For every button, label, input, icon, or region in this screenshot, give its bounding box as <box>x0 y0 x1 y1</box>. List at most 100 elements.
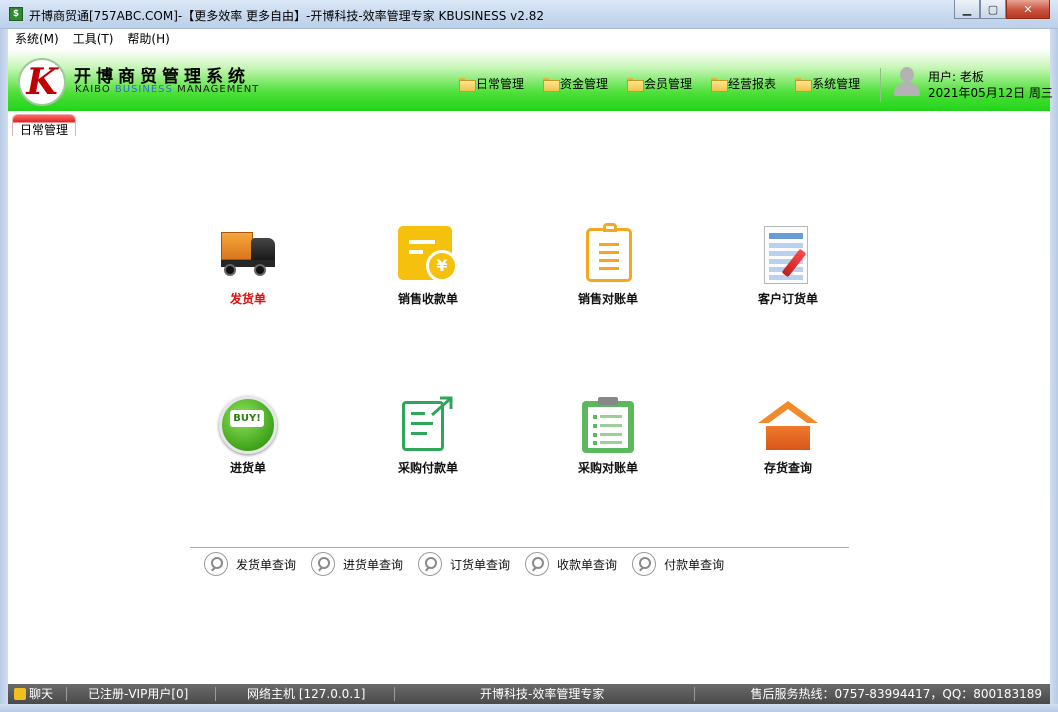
edit-arrow-icon <box>396 393 460 457</box>
close-icon: ✕ <box>1023 2 1033 16</box>
window-title: 开博商贸通[757ABC.COM]-【更多效率 更多自由】-开博科技-效率管理专… <box>29 9 544 23</box>
query-divider <box>190 547 849 548</box>
folder-icon <box>543 77 561 92</box>
maximize-button[interactable]: ▢ <box>980 0 1006 19</box>
query-purchase-button[interactable]: 进货单查询 <box>311 552 403 576</box>
nav-label: 经营报表 <box>728 77 777 91</box>
logo-subtitle-a: KAIBO <box>75 84 115 95</box>
tab-daily-management[interactable]: 日常管理 <box>12 114 77 137</box>
nav-label: 会员管理 <box>644 77 693 91</box>
nav-reports[interactable]: 经营报表 <box>711 75 776 92</box>
status-separator <box>394 687 395 701</box>
magnifier-icon <box>632 552 657 576</box>
minimize-button[interactable]: ▁ <box>954 0 980 19</box>
query-label: 订货单查询 <box>450 557 511 572</box>
nav-members[interactable]: 会员管理 <box>627 75 692 92</box>
spreadsheet-pencil-icon <box>756 224 820 288</box>
tile-sales-statement[interactable]: 销售对账单 <box>548 223 668 307</box>
query-order-button[interactable]: 订货单查询 <box>418 552 510 576</box>
registration-status: 已注册-VIP用户[0] <box>88 687 189 701</box>
tile-label: 销售对账单 <box>577 292 638 306</box>
main-panel: 发货单 ¥ 销售收款单 销售对账单 客户订货单 BUY! 进货单 采购付款单 采… <box>8 136 1050 684</box>
logo-icon: K <box>18 58 66 106</box>
current-date: 2021年05月12日 周三 <box>928 86 1053 100</box>
status-separator <box>66 687 67 701</box>
buy-badge-text: BUY! <box>230 410 264 427</box>
app-header: K 开博商贸管理系统 KAIBO BUSINESS MANAGEMENT 日常管… <box>8 49 1053 111</box>
tile-customer-order[interactable]: 客户订货单 <box>728 224 848 307</box>
top-nav: 日常管理 资金管理 会员管理 经营报表 系统管理 <box>459 75 879 92</box>
tile-label: 销售收款单 <box>397 292 458 306</box>
magnifier-icon <box>525 552 550 576</box>
tile-label: 存货查询 <box>763 461 812 475</box>
tile-label: 客户订货单 <box>757 292 818 306</box>
folder-icon <box>459 77 476 92</box>
nav-label: 资金管理 <box>560 77 609 91</box>
chat-label: 聊天 <box>29 687 54 701</box>
nav-daily[interactable]: 日常管理 <box>459 75 524 92</box>
house-icon <box>756 393 820 457</box>
clipboard-icon <box>576 223 640 288</box>
query-label: 发货单查询 <box>236 557 297 572</box>
app-icon[interactable]: $ <box>9 7 23 21</box>
tile-inventory-query[interactable]: 存货查询 <box>728 393 848 476</box>
logo-letter: K <box>26 61 58 103</box>
yen-receipt-icon: ¥ <box>396 224 460 288</box>
tile-purchase-payment[interactable]: 采购付款单 <box>368 393 488 476</box>
nav-funds[interactable]: 资金管理 <box>543 75 608 92</box>
tile-label: 采购对账单 <box>577 461 638 475</box>
tile-label: 进货单 <box>229 461 266 475</box>
status-separator <box>215 687 216 701</box>
folder-icon <box>627 77 645 92</box>
magnifier-icon <box>204 552 228 576</box>
user-avatar-icon <box>892 66 922 98</box>
chat-button[interactable]: 聊天 <box>14 684 53 704</box>
query-delivery-button[interactable]: 发货单查询 <box>204 552 296 576</box>
nav-label: 日常管理 <box>476 77 525 91</box>
title-bar[interactable]: $ 开博商贸通[757ABC.COM]-【更多效率 更多自由】-开博科技-效率管… <box>0 0 1058 29</box>
checklist-icon <box>576 393 640 457</box>
buy-badge-icon: BUY! <box>216 393 280 457</box>
tile-label: 发货单 <box>229 292 266 306</box>
minimize-icon: ▁ <box>962 2 972 16</box>
truck-icon <box>216 224 280 288</box>
nav-label: 系统管理 <box>812 77 861 91</box>
window-frame-left <box>0 29 8 712</box>
folder-icon <box>795 77 813 92</box>
menu-help[interactable]: 帮助(H) <box>120 29 176 49</box>
tile-purchase-statement[interactable]: 采购对账单 <box>548 393 668 476</box>
tile-label: 采购付款单 <box>397 461 458 475</box>
maximize-icon: ▢ <box>987 2 999 16</box>
query-label: 收款单查询 <box>557 557 618 572</box>
window-frame-bottom <box>0 704 1058 712</box>
menu-system[interactable]: 系统(M) <box>8 29 66 49</box>
query-label: 付款单查询 <box>664 557 725 572</box>
window-frame-right <box>1050 29 1058 712</box>
service-hotline: 售后服务热线：0757-83994417，QQ：800183189 <box>750 687 1042 701</box>
network-host: 网络主机 [127.0.0.1] <box>247 687 366 701</box>
window-controls: ▁ ▢ ✕ <box>954 0 1050 19</box>
query-receipt-button[interactable]: 收款单查询 <box>525 552 617 576</box>
tile-delivery-note[interactable]: 发货单 <box>188 224 308 307</box>
folder-icon <box>711 77 729 92</box>
nav-system[interactable]: 系统管理 <box>795 75 860 92</box>
menu-bar: 系统(M) 工具(T) 帮助(H) <box>8 29 1050 49</box>
tile-sales-receipt[interactable]: ¥ 销售收款单 <box>368 224 488 307</box>
tile-purchase-note[interactable]: BUY! 进货单 <box>188 393 308 476</box>
query-label: 进货单查询 <box>343 557 404 572</box>
company-slogan: 开博科技-效率管理专家 <box>480 687 605 701</box>
chat-icon <box>14 688 26 700</box>
query-payment-button[interactable]: 付款单查询 <box>632 552 724 576</box>
logo-subtitle-c: MANAGEMENT <box>172 84 260 95</box>
logo-subtitle: KAIBO BUSINESS MANAGEMENT <box>75 84 259 95</box>
logo-subtitle-b: BUSINESS <box>114 84 173 95</box>
magnifier-icon <box>311 552 336 576</box>
query-bar: 发货单查询 进货单查询 订货单查询 收款单查询 付款单查询 <box>204 552 739 576</box>
user-name: 用户: 老板 <box>928 70 984 84</box>
magnifier-icon <box>418 552 443 576</box>
menu-tools[interactable]: 工具(T) <box>66 29 121 49</box>
close-button[interactable]: ✕ <box>1006 0 1050 19</box>
status-bar: 聊天 已注册-VIP用户[0] 网络主机 [127.0.0.1] 开博科技-效率… <box>8 684 1050 704</box>
header-divider <box>880 68 881 102</box>
status-separator <box>694 687 695 701</box>
